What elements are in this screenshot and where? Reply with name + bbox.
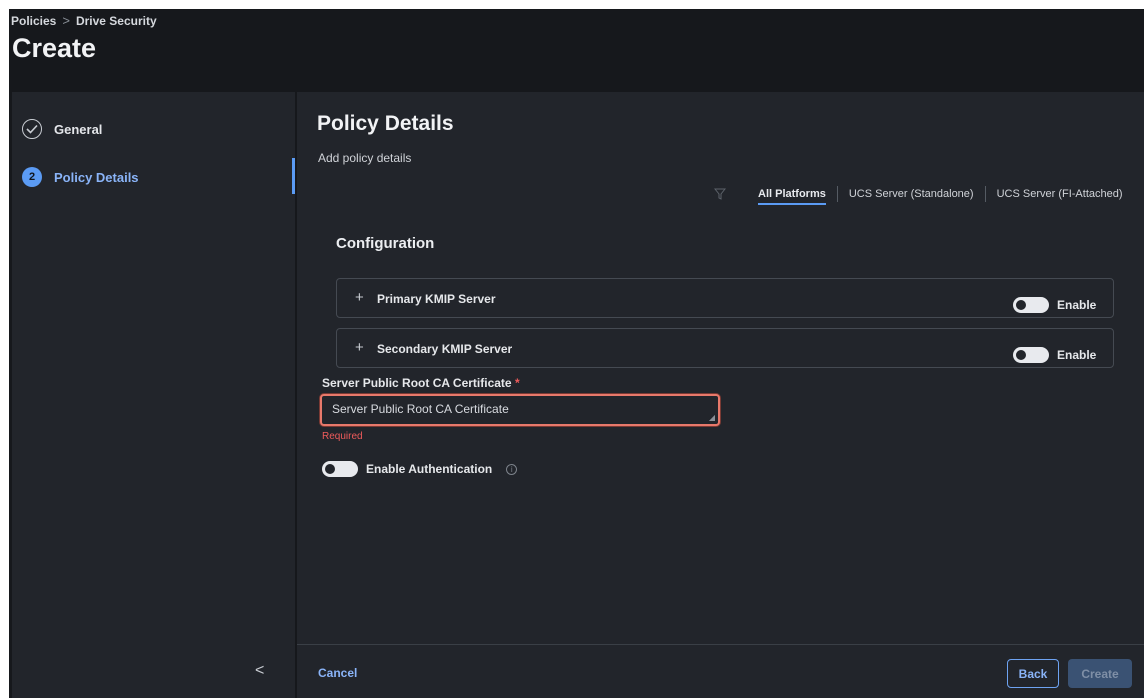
back-button[interactable]: Back	[1007, 659, 1059, 688]
create-button[interactable]: Create	[1068, 659, 1132, 688]
enable-authentication-toggle[interactable]	[322, 461, 358, 477]
certificate-label-text: Server Public Root CA Certificate	[322, 376, 512, 390]
check-circle-icon	[22, 119, 42, 139]
enable-authentication-row: Enable Authentication i	[322, 461, 518, 477]
tab-ucs-fi-attached[interactable]: UCS Server (FI-Attached)	[991, 188, 1129, 205]
primary-kmip-server-row[interactable]: + Primary KMIP Server Enable	[336, 278, 1114, 318]
secondary-kmip-label: Secondary KMIP Server	[377, 342, 513, 356]
toggle-knob	[1016, 350, 1026, 360]
secondary-kmip-enable: Enable	[1013, 347, 1096, 363]
page-title: Create	[12, 33, 97, 63]
section-subtitle: Add policy details	[318, 151, 412, 165]
step-policy-details-label: Policy Details	[54, 169, 139, 185]
tab-all-platforms[interactable]: All Platforms	[752, 188, 832, 205]
platform-tabs: All Platforms UCS Server (Standalone) UC…	[752, 186, 1129, 205]
primary-kmip-toggle[interactable]	[1013, 297, 1049, 313]
enable-label: Enable	[1057, 348, 1097, 362]
secondary-kmip-server-row[interactable]: + Secondary KMIP Server Enable	[336, 328, 1114, 368]
primary-kmip-label: Primary KMIP Server	[377, 292, 496, 306]
certificate-textarea[interactable]	[322, 396, 718, 424]
filter-icon[interactable]	[713, 187, 727, 203]
certificate-field-label: Server Public Root CA Certificate *	[322, 376, 520, 390]
cancel-button[interactable]: Cancel	[318, 666, 357, 680]
primary-kmip-enable: Enable	[1013, 297, 1096, 313]
breadcrumb: Policies > Drive Security	[11, 13, 157, 28]
enable-authentication-label: Enable Authentication	[366, 462, 493, 476]
step-policy-details[interactable]: 2 Policy Details	[22, 167, 139, 187]
footer-divider	[297, 644, 1144, 645]
tab-divider	[984, 186, 986, 202]
step-general[interactable]: General	[22, 119, 102, 139]
breadcrumb-drive-security[interactable]: Drive Security	[76, 14, 157, 28]
enable-label: Enable	[1057, 298, 1097, 312]
step-general-label: General	[54, 121, 103, 137]
certificate-error: Required	[322, 431, 363, 442]
certificate-input-wrapper: ◢	[320, 394, 720, 426]
expand-plus-icon[interactable]: +	[355, 339, 364, 356]
secondary-kmip-toggle[interactable]	[1013, 347, 1049, 363]
toggle-knob	[1016, 300, 1026, 310]
tab-ucs-standalone[interactable]: UCS Server (Standalone)	[843, 188, 980, 205]
breadcrumb-policies[interactable]: Policies	[11, 14, 56, 28]
configuration-title: Configuration	[336, 235, 435, 252]
section-heading: Policy Details	[317, 112, 454, 135]
required-asterisk: *	[514, 376, 520, 390]
resize-grip-icon[interactable]: ◢	[709, 413, 715, 422]
page-header: Policies > Drive Security Create	[9, 9, 1144, 89]
step-number-badge: 2	[22, 167, 42, 187]
active-step-indicator	[292, 158, 295, 194]
expand-plus-icon[interactable]: +	[355, 289, 364, 306]
info-icon[interactable]: i	[506, 463, 518, 475]
breadcrumb-separator: >	[62, 13, 70, 28]
tab-divider	[836, 186, 838, 202]
toggle-knob	[325, 464, 335, 474]
collapse-sidebar-button[interactable]: <	[255, 662, 264, 680]
